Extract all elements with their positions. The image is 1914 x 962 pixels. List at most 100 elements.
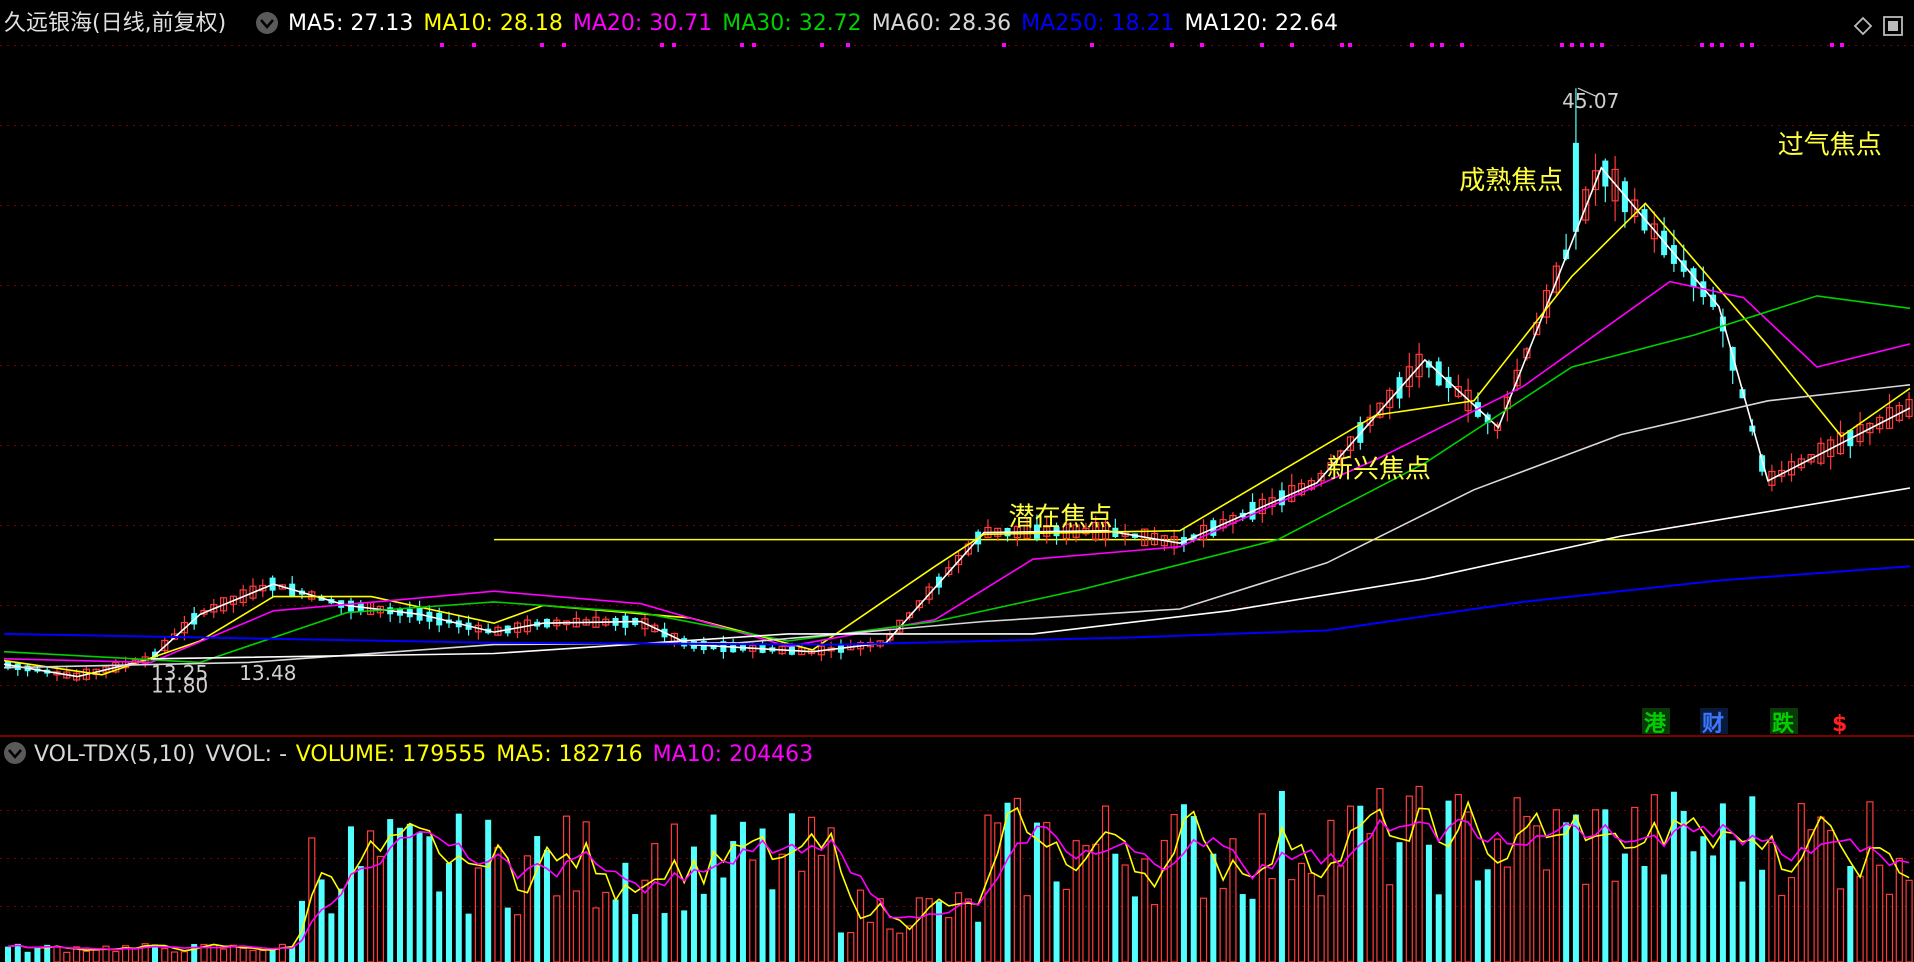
volume-bar-down — [1131, 896, 1138, 962]
volume-bar-down — [34, 946, 41, 962]
volume-bar-down — [837, 932, 844, 962]
volume-bar-down — [504, 907, 511, 962]
volume-bar-down — [1690, 851, 1697, 962]
ma20-legend: MA20: 30.71 — [573, 11, 712, 36]
ma60-legend: MA60: 28.36 — [872, 11, 1011, 36]
ma120-legend: MA120: 22.64 — [1185, 11, 1338, 36]
volume-bar-down — [632, 914, 639, 962]
stock-chart[interactable]: 潜在焦点新兴焦点成熟焦点过气焦点45.0713.25 13.4811.80 久远银… — [0, 0, 1914, 962]
ma10-legend: MA10: 28.18 — [423, 11, 562, 36]
volume-bar-down — [739, 821, 746, 962]
volume-bar-down — [1112, 853, 1119, 962]
signal-dot — [472, 43, 476, 47]
volume-bar-down — [14, 943, 21, 962]
volume-bar-down — [612, 899, 619, 962]
volume-bar-down — [396, 827, 403, 962]
signal-dot — [1260, 43, 1264, 47]
volume-bar-down — [445, 862, 452, 962]
volume-bar-down — [1425, 844, 1432, 962]
signal-dot — [1580, 43, 1584, 47]
volume-bar-down — [1680, 810, 1687, 962]
volume-bar-down — [1004, 802, 1011, 962]
volume-bar-down — [1847, 865, 1854, 962]
collapse-button[interactable] — [256, 12, 278, 34]
volume-bar-down — [681, 910, 688, 962]
volume-bar-down — [1759, 869, 1766, 962]
signal-dot — [1430, 43, 1434, 47]
signal-dot — [1720, 43, 1724, 47]
volume-bar-down — [1474, 880, 1481, 962]
flag-dollar-icon[interactable]: $ — [1832, 712, 1847, 737]
signal-dot — [752, 43, 756, 47]
volume-bar-down — [5, 946, 11, 962]
volume-bar-down — [661, 913, 668, 962]
volume-bar-down — [1357, 805, 1364, 962]
volume-bar-down — [24, 951, 31, 962]
signal-dot — [1600, 43, 1604, 47]
ma30-legend: MA30: 32.72 — [722, 11, 861, 36]
signal-dot — [1340, 43, 1344, 47]
flag-hk-icon[interactable]: 港 — [1644, 712, 1667, 737]
volume-value: VOLUME: 179555 — [296, 742, 487, 767]
volume-bar-down — [1249, 898, 1256, 962]
volume-bar-down — [1239, 894, 1246, 962]
volume-bar-down — [759, 828, 766, 962]
volume-bar-down — [1278, 790, 1285, 962]
volume-bar-down — [1729, 840, 1736, 962]
signal-dot — [846, 43, 850, 47]
signal-dot — [1200, 43, 1204, 47]
volume-bar-down — [387, 819, 394, 962]
volume-bar-down — [328, 913, 335, 962]
volume-bar-down — [436, 891, 443, 962]
volume-bar-down — [1670, 791, 1677, 962]
signal-dot — [1170, 43, 1174, 47]
annotation-label: 新兴焦点 — [1327, 454, 1431, 484]
volume-header: VOL-TDX(5,10) VVOL: - VOLUME: 179555 MA5: 1… — [4, 742, 813, 767]
volume-bar-down — [1053, 881, 1060, 962]
volume-bar-down — [700, 893, 707, 962]
volume-bar-down — [318, 879, 325, 962]
volume-bar-down — [720, 877, 727, 962]
signal-dot — [562, 43, 566, 47]
signal-dot — [1090, 43, 1094, 47]
signal-dot — [672, 43, 676, 47]
volume-bar-down — [1435, 894, 1442, 962]
vvol-value: VVOL: - — [205, 742, 286, 767]
price-label: 13.48 — [239, 661, 296, 685]
volume-bar-down — [1749, 796, 1756, 962]
volume-bar-down — [357, 866, 364, 962]
candle-body-down — [1572, 142, 1579, 232]
signal-dot — [1590, 43, 1594, 47]
signal-dot — [1410, 43, 1414, 47]
volume-bar-down — [710, 814, 717, 962]
signal-dot — [540, 43, 544, 47]
signal-dot — [820, 43, 824, 47]
flag-finance-icon[interactable]: 财 — [1702, 712, 1724, 737]
price-label: 11.80 — [151, 674, 208, 698]
ma5-legend: MA5: 27.13 — [288, 11, 413, 36]
signal-dot — [1348, 43, 1352, 47]
annotation-label: 潜在焦点 — [1008, 502, 1112, 532]
volume-bar-down — [1621, 853, 1628, 962]
vol-ma10-value: MA10: 204463 — [653, 742, 813, 767]
flag-drop-icon[interactable]: 跌 — [1772, 712, 1795, 737]
volume-bar-down — [426, 836, 433, 962]
volume-bar-down — [1710, 855, 1717, 962]
volume-bar-down — [534, 836, 541, 962]
volume-bar-down — [1700, 836, 1707, 962]
signal-dot — [1750, 43, 1754, 47]
volume-bar-down — [465, 913, 472, 962]
volume-bar-down — [416, 832, 423, 962]
signal-dot — [1740, 43, 1744, 47]
signal-dot — [1560, 43, 1564, 47]
volume-bar-down — [347, 826, 354, 962]
annotation-label: 成熟焦点 — [1459, 166, 1563, 196]
volume-bar-down — [338, 888, 345, 962]
volume-bar-down — [289, 946, 296, 962]
volume-collapse-button[interactable] — [4, 742, 26, 764]
signal-dot — [440, 43, 444, 47]
signal-dot — [1830, 43, 1834, 47]
volume-bar-down — [1396, 842, 1403, 962]
signal-dot — [1460, 43, 1464, 47]
chart-background — [0, 0, 1914, 962]
